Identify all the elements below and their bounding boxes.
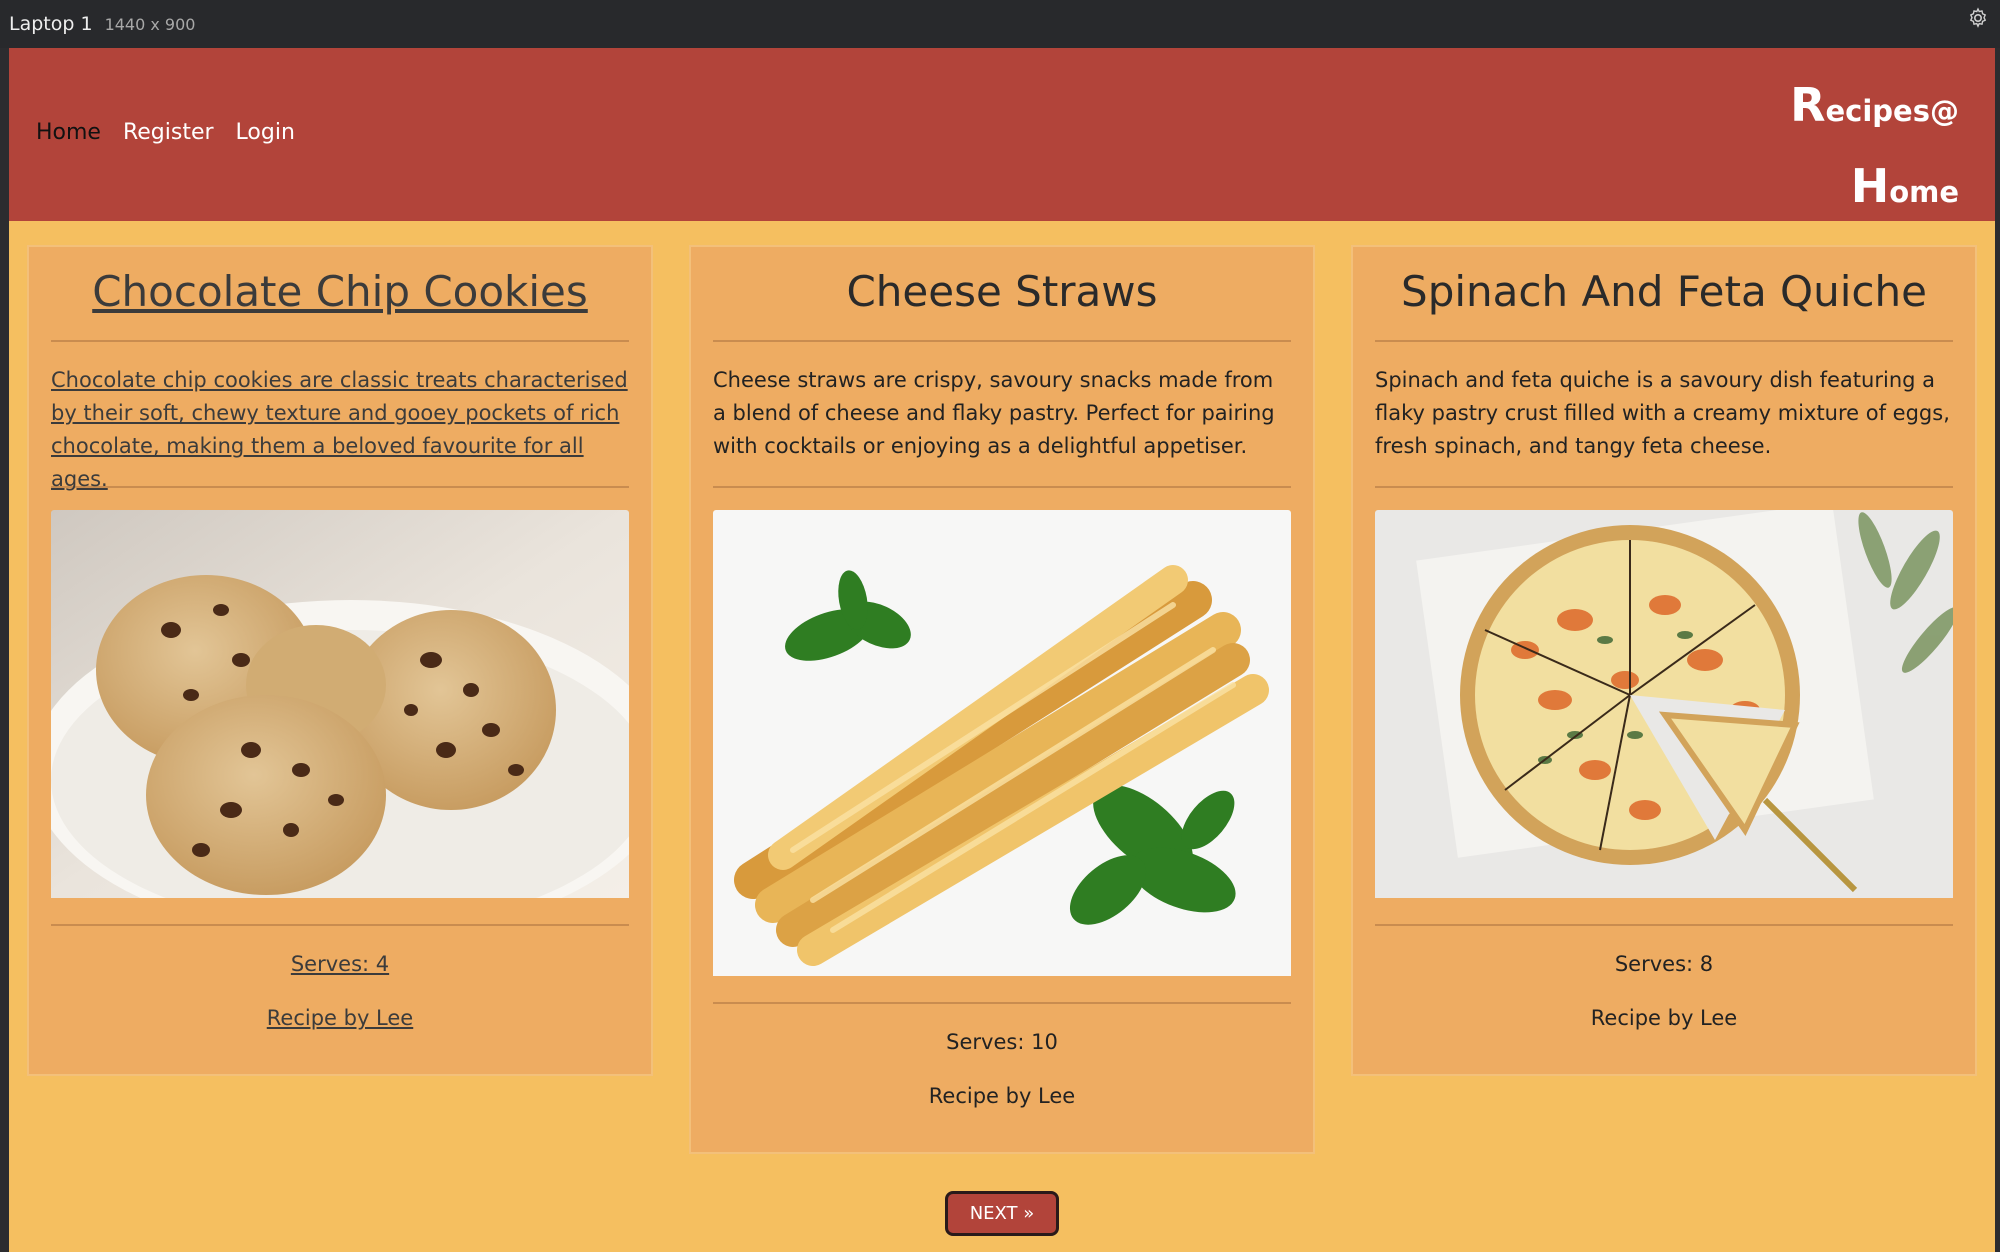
quiche-photo <box>1375 510 1953 902</box>
nav-register-link[interactable]: Register <box>123 120 214 145</box>
recipe-title[interactable]: Spinach And Feta Quiche <box>1375 247 1953 342</box>
logo-line-2: Home <box>1850 159 1959 213</box>
cheese-straws-photo <box>713 510 1291 980</box>
viewport-name: Laptop 1 <box>9 13 93 35</box>
recipe-title[interactable]: Cheese Straws <box>713 247 1291 342</box>
main-nav: Home Register Login <box>36 120 295 145</box>
recipe-card-cookies[interactable]: Chocolate Chip Cookies Chocolate chip co… <box>27 245 653 1076</box>
serves-text: Serves: 10 <box>946 1030 1058 1054</box>
recipe-description: Spinach and feta quiche is a savoury dis… <box>1375 342 1953 488</box>
recipe-card-quiche[interactable]: Spinach And Feta Quiche Spinach and feta… <box>1351 245 1977 1076</box>
devtool-bar: Laptop 1 1440 x 900 <box>0 0 2000 48</box>
logo-line-1: Recipes@ <box>1790 78 1959 132</box>
recipe-description[interactable]: Chocolate chip cookies are classic treat… <box>51 342 629 491</box>
nav-home-link[interactable]: Home <box>36 120 101 145</box>
recipe-card-cheese-straws[interactable]: Cheese Straws Cheese straws are crispy, … <box>689 245 1315 1154</box>
viewport-frame-left <box>0 48 9 1252</box>
recipe-meta: Serves: 8 Recipe by Lee <box>1375 924 1953 1074</box>
gear-icon[interactable] <box>1966 6 1990 30</box>
author-link[interactable]: Recipe by Lee <box>51 1006 629 1074</box>
author-text: Recipe by Lee <box>928 1084 1076 1108</box>
recipe-meta: Serves: 4 Recipe by Lee <box>51 924 629 1074</box>
viewport-size: 1440 x 900 <box>104 14 196 34</box>
next-page-button[interactable]: NEXT » <box>945 1191 1059 1236</box>
recipe-title[interactable]: Chocolate Chip Cookies <box>51 247 629 342</box>
serves-text: Serves: 8 <box>1614 952 1714 976</box>
nav-login-link[interactable]: Login <box>236 120 295 145</box>
cookies-photo <box>51 510 629 902</box>
recipe-meta: Serves: 10 Recipe by Lee <box>713 1002 1291 1152</box>
serves-link[interactable]: Serves: 4 <box>51 952 629 976</box>
site-logo[interactable]: Recipes@ Home <box>1790 70 1959 232</box>
viewport-frame-right <box>1995 48 2000 1252</box>
recipe-description: Cheese straws are crispy, savoury snacks… <box>713 342 1291 488</box>
site-header: Home Register Login Recipes@ Home <box>9 48 1995 221</box>
author-text: Recipe by Lee <box>1590 1006 1738 1030</box>
